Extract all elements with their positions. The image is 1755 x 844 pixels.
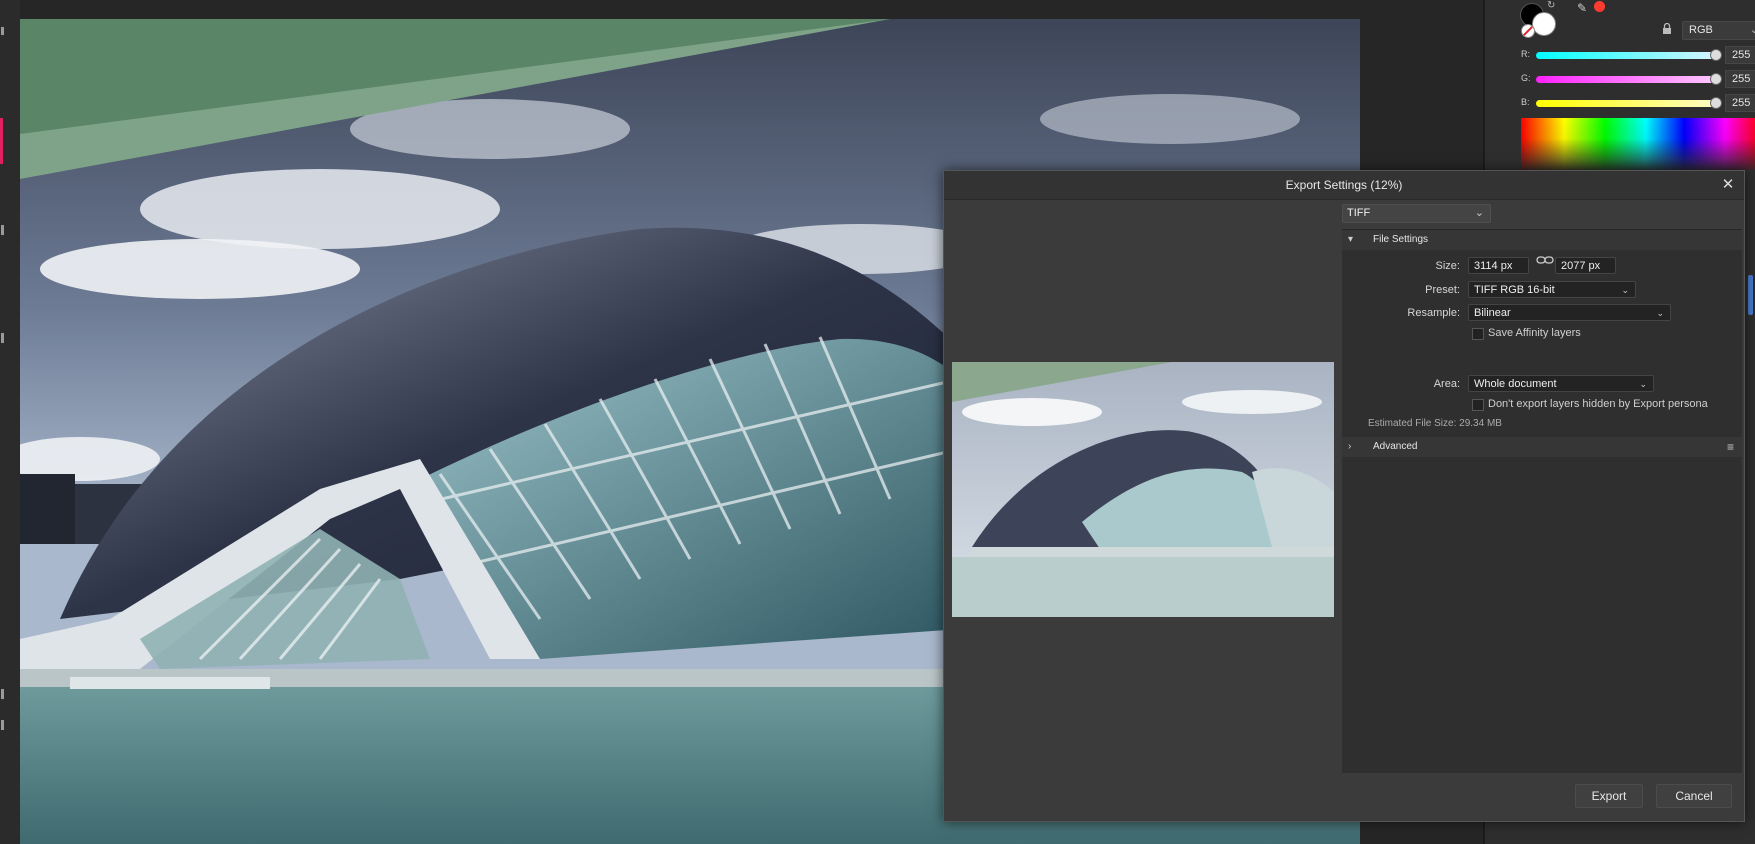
red-label: R: <box>1521 49 1530 59</box>
green-label: G: <box>1521 73 1531 83</box>
tool-marker[interactable] <box>1 27 4 35</box>
swap-colors-icon[interactable]: ↻ <box>1547 0 1555 11</box>
file-settings-header[interactable]: ▾ File Settings <box>1342 230 1742 250</box>
red-slider-knob[interactable] <box>1710 49 1722 61</box>
width-input[interactable]: 3114 px <box>1468 257 1529 274</box>
save-affinity-layers-label: Save Affinity layers <box>1488 327 1581 339</box>
save-affinity-layers-checkbox[interactable] <box>1472 328 1484 340</box>
resample-value: Bilinear <box>1474 307 1511 319</box>
chevron-down-icon: ⌄ <box>1639 379 1647 389</box>
expand-arrow-icon: › <box>1348 441 1352 452</box>
area-label: Area: <box>1433 378 1460 390</box>
green-slider-knob[interactable] <box>1710 73 1722 85</box>
green-slider[interactable] <box>1536 76 1717 83</box>
color-picker-icon[interactable]: ✎ <box>1577 1 1587 15</box>
area-value: Whole document <box>1474 378 1557 390</box>
settings-pane: ▾ File Settings Size: 3114 px 2077 px Pr… <box>1342 229 1742 773</box>
picked-color-swatch[interactable] <box>1594 1 1605 12</box>
scroll-indicator[interactable] <box>1748 275 1753 315</box>
resample-select[interactable]: Bilinear ⌄ <box>1468 304 1671 321</box>
red-slider-row: R: 255 <box>1485 46 1755 64</box>
collapse-arrow-icon: ▾ <box>1348 234 1354 245</box>
color-model-select[interactable]: RGB ⌄ <box>1682 21 1755 40</box>
link-icon[interactable] <box>1536 255 1554 268</box>
green-value-field[interactable]: 255 <box>1725 70 1755 88</box>
preset-value: TIFF RGB 16-bit <box>1474 284 1555 296</box>
format-value: TIFF <box>1347 207 1371 219</box>
chevron-down-icon: ⌄ <box>1474 207 1484 219</box>
color-spectrum[interactable] <box>1521 118 1755 170</box>
tool-marker[interactable] <box>1 720 4 730</box>
blue-slider[interactable] <box>1536 100 1717 107</box>
blue-slider-knob[interactable] <box>1710 97 1722 109</box>
lock-icon[interactable] <box>1662 22 1672 34</box>
dont-export-hidden-label: Don't export layers hidden by Export per… <box>1488 398 1708 410</box>
top-bar <box>20 0 1360 19</box>
red-slider[interactable] <box>1536 52 1717 59</box>
export-preview <box>952 362 1334 617</box>
color-model-value: RGB <box>1689 24 1713 36</box>
active-tool-indicator <box>0 118 3 164</box>
chevron-down-icon: ⌄ <box>1656 308 1664 318</box>
chevron-down-icon: ⌄ <box>1749 24 1755 36</box>
tool-marker[interactable] <box>1 225 4 235</box>
advanced-header[interactable]: › Advanced ≡ <box>1342 437 1742 457</box>
no-color-icon[interactable] <box>1521 24 1535 38</box>
height-input[interactable]: 2077 px <box>1555 257 1616 274</box>
area-select[interactable]: Whole document ⌄ <box>1468 375 1654 392</box>
tool-marker[interactable] <box>1 333 4 343</box>
chevron-down-icon: ⌄ <box>1621 285 1629 295</box>
file-settings-title: File Settings <box>1373 234 1429 245</box>
menu-icon[interactable]: ≡ <box>1727 437 1734 457</box>
blue-value-field[interactable]: 255 <box>1725 94 1755 112</box>
background-color-swatch[interactable] <box>1532 12 1556 36</box>
cancel-button[interactable]: Cancel <box>1656 784 1732 808</box>
preset-select[interactable]: TIFF RGB 16-bit ⌄ <box>1468 281 1636 298</box>
tool-marker[interactable] <box>1 689 4 699</box>
export-settings-dialog: Export Settings (12%) ✕ TIFF ⌄ ▾ File Se… <box>943 170 1745 822</box>
estimated-file-size: Estimated File Size: 29.34 MB <box>1368 418 1502 429</box>
resample-label: Resample: <box>1407 307 1460 319</box>
close-icon[interactable]: ✕ <box>1717 174 1739 196</box>
preset-label: Preset: <box>1425 284 1460 296</box>
export-button[interactable]: Export <box>1575 784 1643 808</box>
format-select[interactable]: TIFF ⌄ <box>1342 204 1491 223</box>
red-value-field[interactable]: 255 <box>1725 46 1755 64</box>
dialog-title: Export Settings (12%) <box>944 171 1744 200</box>
blue-label: B: <box>1521 97 1530 107</box>
size-label: Size: <box>1435 260 1460 272</box>
blue-slider-row: B: 255 <box>1485 94 1755 112</box>
advanced-title: Advanced <box>1373 441 1418 452</box>
green-slider-row: G: 255 <box>1485 70 1755 88</box>
dont-export-hidden-checkbox[interactable] <box>1472 399 1484 411</box>
left-toolbar <box>0 0 21 844</box>
preview-image <box>952 362 1334 617</box>
